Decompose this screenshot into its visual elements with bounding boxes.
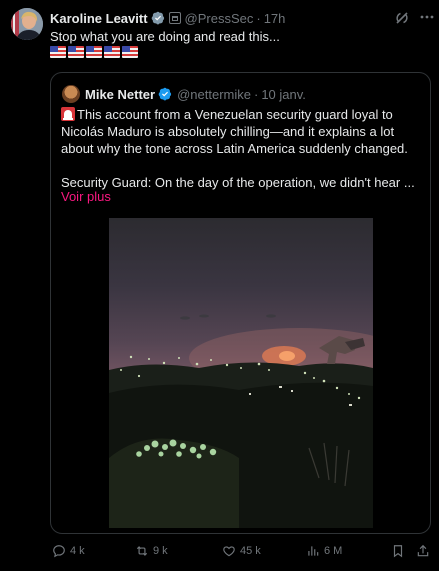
- share-icon: [417, 544, 429, 557]
- quoted-author-name[interactable]: Mike Netter: [85, 87, 155, 102]
- bookmark-button[interactable]: [391, 540, 409, 562]
- post-time[interactable]: 17h: [264, 11, 286, 26]
- quoted-text-line: Security Guard: On the day of the operat…: [61, 175, 415, 190]
- post-card[interactable]: Karoline Leavitt @PressSec · 17h Stop wh…: [0, 0, 439, 571]
- quoted-post-time[interactable]: 10 janv.: [261, 87, 306, 102]
- video-thumbnail[interactable]: [109, 218, 373, 528]
- post-header: Karoline Leavitt @PressSec · 17h: [50, 9, 285, 27]
- like-button[interactable]: 45 k: [222, 540, 261, 562]
- more-icon[interactable]: [419, 9, 435, 25]
- quoted-post-text: This account from a Venezuelan security …: [61, 106, 423, 191]
- us-flag-icon: [86, 46, 102, 58]
- quoted-text-line: about why the tone across Latin America …: [61, 141, 408, 156]
- author-name[interactable]: Karoline Leavitt: [50, 11, 148, 26]
- verified-icon: [151, 11, 164, 25]
- siren-icon: [61, 107, 75, 121]
- us-flag-icon: [68, 46, 84, 58]
- quoted-post-header: Mike Netter @nettermike · 10 janv.: [85, 85, 306, 103]
- author-avatar[interactable]: [11, 8, 43, 40]
- reply-button[interactable]: 4 k: [52, 540, 85, 562]
- quoted-text-line: Nicolás Maduro is absolutely chilling—an…: [61, 124, 395, 139]
- us-flag-icon: [122, 46, 138, 58]
- separator: ·: [256, 10, 261, 26]
- like-count: 45 k: [240, 545, 261, 557]
- bookmark-icon: [393, 545, 403, 558]
- us-flag-icon: [50, 46, 66, 58]
- quoted-text-line: This account from a Venezuelan security …: [77, 107, 393, 122]
- government-badge-icon: [168, 12, 181, 24]
- us-flag-icon: [104, 46, 120, 58]
- views-icon: [308, 546, 319, 556]
- reply-count: 4 k: [70, 545, 85, 557]
- views-button[interactable]: 6 M: [306, 540, 342, 562]
- see-more-link[interactable]: Voir plus: [61, 189, 111, 204]
- reply-icon: [53, 545, 65, 558]
- quoted-author-avatar[interactable]: [62, 85, 80, 103]
- quoted-author-handle[interactable]: @nettermike: [177, 87, 251, 102]
- separator: ·: [253, 86, 259, 102]
- us-flag-emojis: [50, 46, 138, 60]
- quoted-post[interactable]: Mike Netter @nettermike · 10 janv. This …: [50, 72, 431, 534]
- verified-icon: [158, 87, 172, 101]
- author-handle[interactable]: @PressSec: [185, 11, 254, 26]
- post-text: Stop what you are doing and read this...: [50, 29, 280, 44]
- share-button[interactable]: [416, 540, 434, 562]
- repost-button[interactable]: 9 k: [135, 540, 168, 562]
- action-bar: 4 k 9 k 45 k 6 M: [0, 540, 439, 562]
- views-count: 6 M: [324, 545, 343, 557]
- like-icon: [223, 546, 235, 557]
- repost-icon: [136, 546, 148, 556]
- repost-count: 9 k: [153, 545, 168, 557]
- grok-icon[interactable]: [394, 10, 410, 26]
